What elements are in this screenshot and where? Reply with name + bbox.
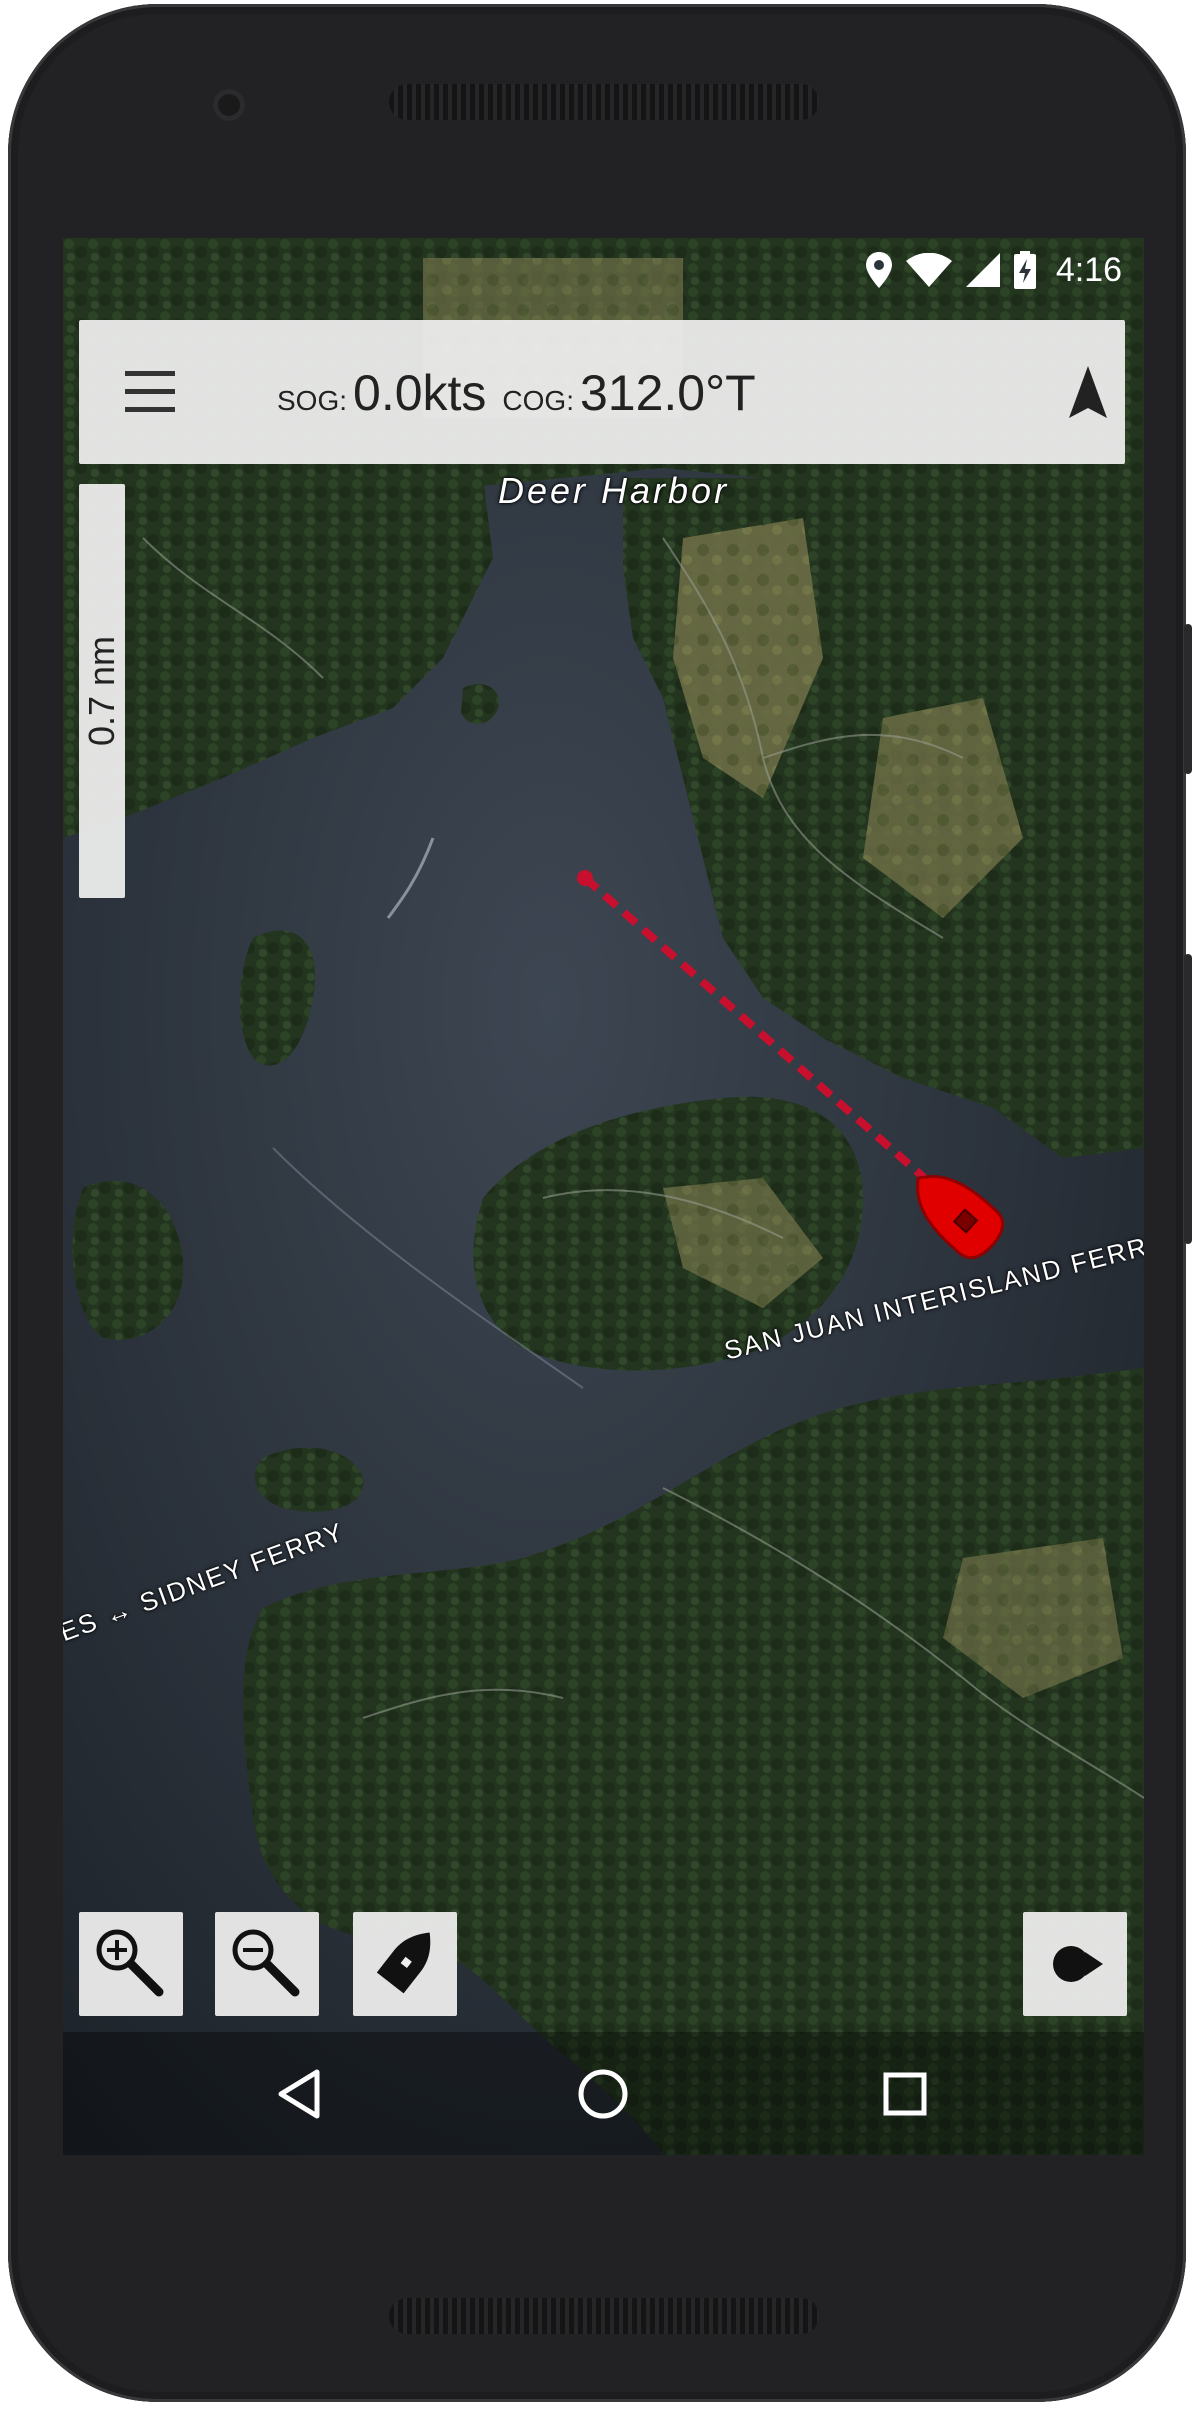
location-icon — [865, 252, 892, 288]
center-boat-button[interactable] — [353, 1912, 457, 2016]
boat-icon — [376, 1932, 431, 1994]
wifi-icon — [905, 253, 952, 287]
volume-button — [1184, 954, 1192, 1244]
recents-icon[interactable] — [863, 2052, 947, 2136]
top-speaker — [389, 84, 819, 120]
zoom-in-icon — [96, 1929, 164, 1997]
scale-label: 0.7 nm — [81, 635, 122, 747]
status-time: 4:16 — [1055, 250, 1122, 289]
north-arrow-icon[interactable] — [1065, 362, 1111, 422]
navigation-readout: SOG: 0.0kts COG: 312.0°T — [277, 364, 772, 424]
cog-value: 312.0°T — [579, 365, 756, 421]
satellite-map[interactable] — [63, 238, 1144, 2155]
bottom-speaker — [389, 2298, 819, 2334]
record-track-button[interactable] — [1023, 1912, 1127, 2016]
sog-label: SOG: — [277, 385, 348, 416]
home-icon[interactable] — [561, 2052, 645, 2136]
zoom-out-icon — [232, 1929, 300, 1997]
status-bar: 4:16 — [63, 238, 1144, 300]
front-camera — [213, 89, 245, 121]
cog-label: COG: — [502, 385, 574, 416]
zoom-out-button[interactable] — [215, 1912, 319, 2016]
sog-value: 0.0kts — [353, 365, 487, 421]
top-bar: SOG: 0.0kts COG: 312.0°T — [79, 320, 1125, 464]
heading-line-end — [577, 870, 593, 886]
battery-charging-icon — [1013, 251, 1036, 289]
power-button — [1184, 624, 1192, 774]
phone-frame: Deer Harbor SAN JUAN INTERISLAND FERR ES… — [8, 4, 1192, 2402]
screen: Deer Harbor SAN JUAN INTERISLAND FERR ES… — [63, 238, 1144, 2155]
system-nav-bar — [63, 2032, 1144, 2155]
status-icons: 4:16 — [865, 250, 1122, 290]
cell-signal-icon — [965, 253, 1000, 287]
record-track-icon — [1053, 1946, 1103, 1982]
back-icon[interactable] — [259, 2052, 343, 2136]
hamburger-menu-icon[interactable] — [123, 365, 177, 419]
zoom-in-button[interactable] — [79, 1912, 183, 2016]
place-label-deer-harbor: Deer Harbor — [498, 470, 730, 511]
scale-bar: 0.7 nm — [79, 484, 125, 898]
